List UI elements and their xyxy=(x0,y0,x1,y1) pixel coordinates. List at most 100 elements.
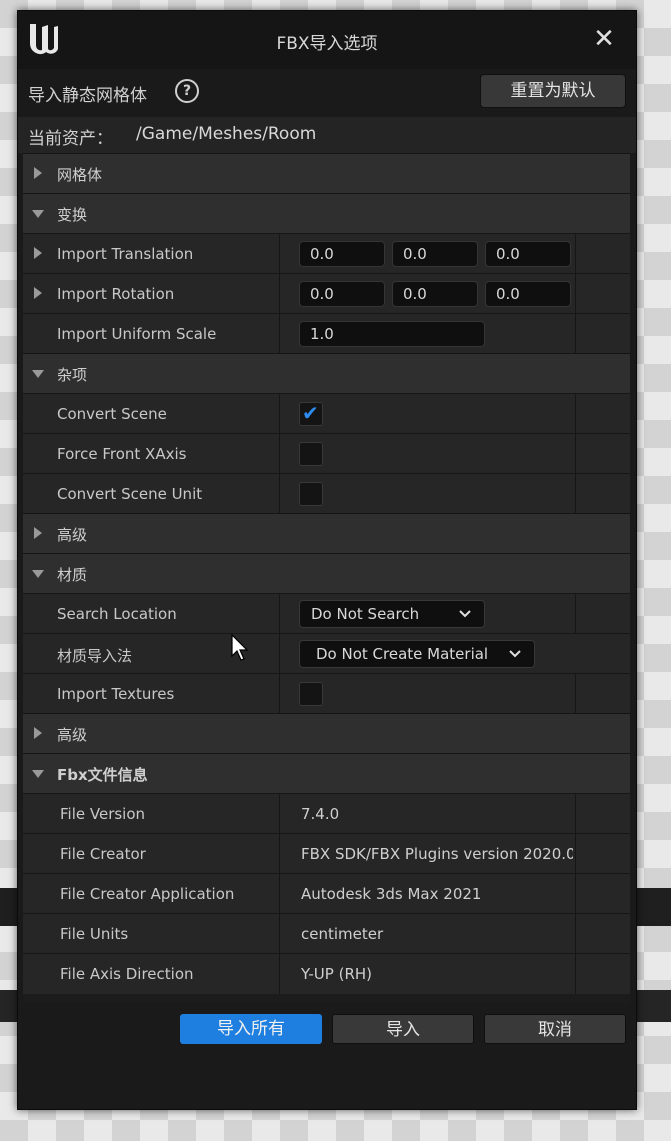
import-textures-checkbox[interactable] xyxy=(299,682,323,706)
section-mesh[interactable]: 网格体 xyxy=(23,153,630,194)
info-value: centimeter xyxy=(301,925,384,943)
reset-to-default-button[interactable]: 重置为默认 xyxy=(480,74,626,108)
uniform-scale-input[interactable]: 1.0 xyxy=(299,321,485,347)
info-row: File Units centimeter xyxy=(23,913,630,954)
column-divider xyxy=(279,594,280,634)
column-divider xyxy=(575,674,576,714)
column-divider xyxy=(279,794,280,834)
column-divider xyxy=(279,434,280,474)
column-divider xyxy=(575,434,576,474)
info-value: Autodesk 3ds Max 2021 xyxy=(301,885,482,903)
column-divider xyxy=(575,394,576,434)
column-divider xyxy=(575,914,576,954)
convert-scene-unit-checkbox[interactable] xyxy=(299,482,323,506)
property-label: Convert Scene Unit xyxy=(57,485,203,503)
title-bar[interactable]: FBX导入选项 ✕ xyxy=(18,11,636,69)
property-import-textures: Import Textures xyxy=(23,673,630,714)
translation-y-input[interactable]: 0.0 xyxy=(392,241,478,267)
dropdown-value: Do Not Search xyxy=(311,605,420,623)
info-label: File Axis Direction xyxy=(60,965,194,983)
section-fbx-file-info[interactable]: Fbx文件信息 xyxy=(23,753,630,794)
import-all-button[interactable]: 导入所有 xyxy=(180,1014,322,1044)
property-label: Convert Scene xyxy=(57,405,167,423)
info-label: File Units xyxy=(60,925,129,943)
column-divider xyxy=(575,834,576,874)
convert-scene-checkbox[interactable]: ✔ xyxy=(299,402,323,426)
caret-right-icon xyxy=(34,527,42,539)
column-divider xyxy=(575,874,576,914)
column-divider xyxy=(575,954,576,994)
import-static-mesh-heading: 导入静态网格体 xyxy=(28,86,147,106)
help-icon[interactable]: ? xyxy=(175,79,199,103)
section-label: 网格体 xyxy=(57,166,103,184)
column-divider xyxy=(279,234,280,274)
property-material-import-method: 材质导入法 Do Not Create Material xyxy=(23,633,630,674)
column-divider xyxy=(575,794,576,834)
caret-right-icon xyxy=(34,727,42,739)
property-force-front-xaxis: Force Front XAxis xyxy=(23,433,630,474)
chevron-down-icon xyxy=(458,601,472,636)
close-icon[interactable]: ✕ xyxy=(590,25,618,53)
section-label: 变换 xyxy=(57,206,88,224)
column-divider xyxy=(575,474,576,514)
column-divider xyxy=(575,314,576,354)
info-label: File Creator Application xyxy=(60,885,235,903)
section-label: 材质 xyxy=(57,566,88,584)
info-label: File Version xyxy=(60,805,146,823)
import-button[interactable]: 导入 xyxy=(332,1014,474,1044)
section-label: 高级 xyxy=(57,526,88,544)
rotation-x-input[interactable]: 0.0 xyxy=(299,281,385,307)
info-value: 7.4.0 xyxy=(301,805,340,823)
search-location-dropdown[interactable]: Do Not Search xyxy=(299,600,485,628)
info-row: File Axis Direction Y-UP (RH) xyxy=(23,953,630,994)
section-label: Fbx文件信息 xyxy=(57,766,148,784)
current-asset-path: /Game/Meshes/Room xyxy=(136,124,317,144)
cancel-button[interactable]: 取消 xyxy=(484,1014,626,1044)
info-label: File Creator xyxy=(60,845,146,863)
column-divider xyxy=(279,274,280,314)
force-front-xaxis-checkbox[interactable] xyxy=(299,442,323,466)
info-row: File Creator Application Autodesk 3ds Ma… xyxy=(23,873,630,914)
column-divider xyxy=(575,274,576,314)
info-row: File Creator FBX SDK/FBX Plugins version… xyxy=(23,833,630,874)
mouse-cursor-icon xyxy=(231,633,251,664)
property-label: 材质导入法 xyxy=(57,647,133,665)
translation-z-input[interactable]: 0.0 xyxy=(485,241,571,267)
caret-right-icon[interactable] xyxy=(34,247,42,259)
section-transform[interactable]: 变换 xyxy=(23,193,630,234)
property-label: Import Textures xyxy=(57,685,175,703)
column-divider xyxy=(279,474,280,514)
header-row: 导入静态网格体 ? 重置为默认 xyxy=(18,69,636,117)
caret-down-icon xyxy=(32,570,44,578)
translation-x-input[interactable]: 0.0 xyxy=(299,241,385,267)
checkmark-icon: ✔ xyxy=(302,401,319,425)
info-row: File Version 7.4.0 xyxy=(23,793,630,834)
fbx-import-dialog: FBX导入选项 ✕ 导入静态网格体 ? 重置为默认 当前资产： /Game/Me… xyxy=(17,10,637,1110)
caret-down-icon xyxy=(32,770,44,778)
options-panel[interactable]: 网格体 变换 Import Translation 0.0 0.0 0.0 Im… xyxy=(23,153,630,1003)
column-divider xyxy=(279,634,280,674)
property-convert-scene: Convert Scene ✔ xyxy=(23,393,630,434)
section-advanced[interactable]: 高级 xyxy=(23,713,630,754)
chevron-down-icon xyxy=(508,641,522,676)
section-misc[interactable]: 杂项 xyxy=(23,353,630,394)
caret-down-icon xyxy=(32,210,44,218)
section-advanced[interactable]: 高级 xyxy=(23,513,630,554)
property-label: Force Front XAxis xyxy=(57,445,187,463)
caret-right-icon[interactable] xyxy=(34,287,42,299)
material-import-method-dropdown[interactable]: Do Not Create Material xyxy=(299,640,535,668)
column-divider xyxy=(279,394,280,434)
section-label: 高级 xyxy=(57,726,88,744)
rotation-z-input[interactable]: 0.0 xyxy=(485,281,571,307)
column-divider xyxy=(575,594,576,634)
property-label: Search Location xyxy=(57,605,177,623)
section-material[interactable]: 材质 xyxy=(23,553,630,594)
column-divider xyxy=(279,874,280,914)
column-divider xyxy=(279,914,280,954)
property-import-rotation: Import Rotation 0.0 0.0 0.0 xyxy=(23,273,630,314)
info-value: FBX SDK/FBX Plugins version 2020.0 xyxy=(301,845,573,863)
rotation-y-input[interactable]: 0.0 xyxy=(392,281,478,307)
section-label: 杂项 xyxy=(57,366,88,384)
property-label: Import Translation xyxy=(57,245,194,263)
dropdown-value: Do Not Create Material xyxy=(316,645,489,663)
